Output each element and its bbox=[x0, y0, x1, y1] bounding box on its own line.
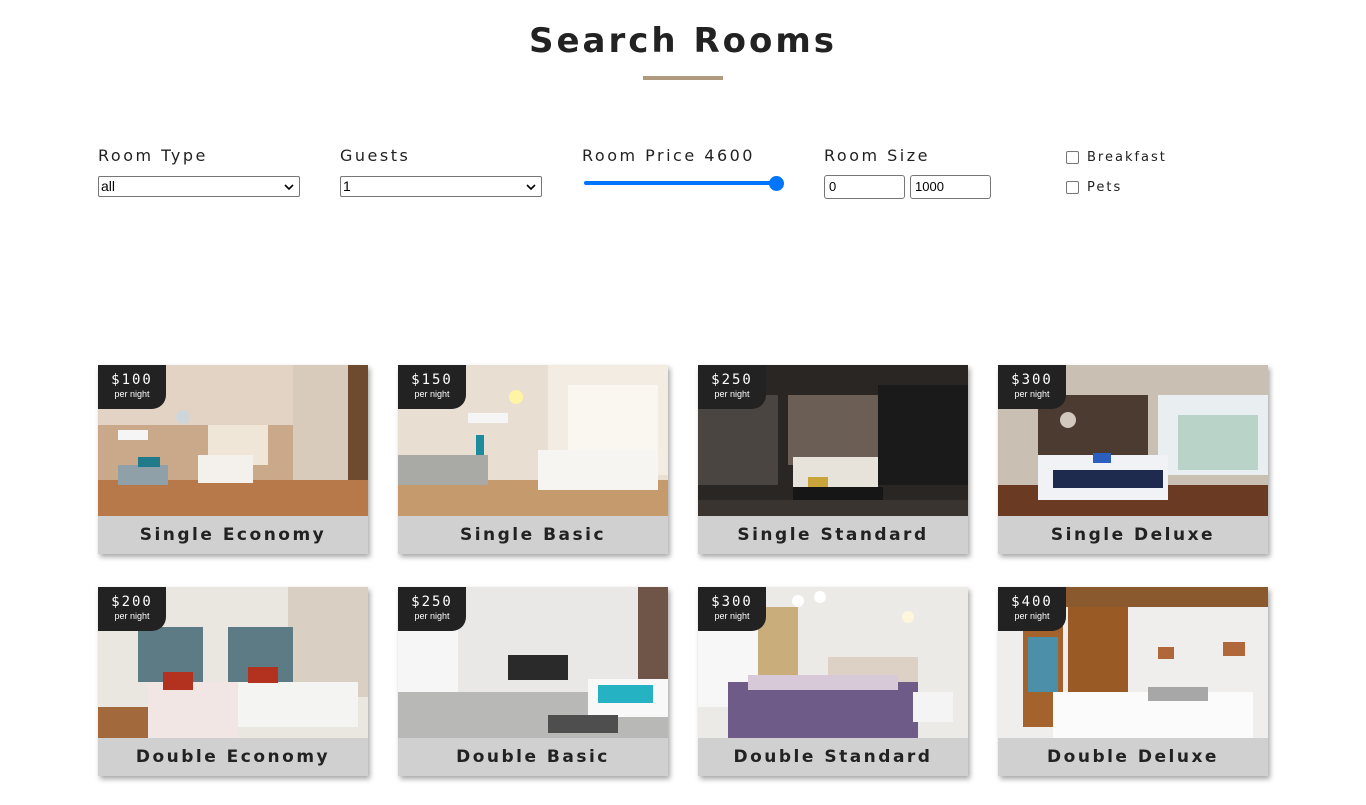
price-value: $300 bbox=[711, 594, 753, 610]
guests-select[interactable]: 1 bbox=[340, 176, 542, 197]
room-card[interactable]: $400 per night Double Deluxe bbox=[998, 587, 1268, 776]
filter-bar: Room Type all Guests 1 Room Price 4600 R… bbox=[98, 146, 1268, 206]
price-badge: $300 per night bbox=[998, 365, 1066, 409]
price-unit: per night bbox=[1014, 611, 1050, 621]
price-badge: $250 per night bbox=[698, 365, 766, 409]
price-value: $150 bbox=[411, 372, 453, 388]
room-name: Double Deluxe bbox=[998, 738, 1268, 776]
size-filter: Room Size 0 1000 bbox=[824, 146, 991, 199]
size-label: Room Size bbox=[824, 146, 930, 165]
min-size-input[interactable]: 0 bbox=[824, 175, 905, 199]
price-slider[interactable] bbox=[582, 175, 784, 191]
page-title: Search Rooms bbox=[528, 21, 838, 61]
price-value: $300 bbox=[1011, 372, 1053, 388]
room-card[interactable]: $250 per night Double Basic bbox=[398, 587, 668, 776]
room-name: Double Basic bbox=[398, 738, 668, 776]
price-badge: $400 per night bbox=[998, 587, 1066, 631]
pets-option[interactable]: Pets bbox=[1066, 179, 1167, 195]
price-slider-track bbox=[584, 181, 776, 185]
chevron-down-icon bbox=[284, 184, 294, 191]
room-type-label: Room Type bbox=[98, 146, 208, 165]
room-name: Double Standard bbox=[698, 738, 968, 776]
price-unit: per night bbox=[714, 389, 750, 399]
extras-filter: Breakfast Pets bbox=[1066, 149, 1167, 209]
price-badge: $200 per night bbox=[98, 587, 166, 631]
breakfast-checkbox[interactable] bbox=[1066, 150, 1079, 164]
price-slider-thumb[interactable] bbox=[769, 176, 784, 191]
room-card[interactable]: $200 per night Double Economy bbox=[98, 587, 368, 776]
guests-label: Guests bbox=[340, 146, 411, 165]
breakfast-option[interactable]: Breakfast bbox=[1066, 149, 1167, 165]
page-header: Search Rooms bbox=[0, 20, 1366, 80]
price-value: $100 bbox=[111, 372, 153, 388]
pets-checkbox[interactable] bbox=[1066, 180, 1079, 194]
price-value: $400 bbox=[1011, 594, 1053, 610]
room-card[interactable]: $150 per night Single Basic bbox=[398, 365, 668, 554]
breakfast-label: Breakfast bbox=[1087, 149, 1167, 165]
room-card[interactable]: $250 per night Single Standard bbox=[698, 365, 968, 554]
price-badge: $150 per night bbox=[398, 365, 466, 409]
price-value: $200 bbox=[111, 594, 153, 610]
price-badge: $250 per night bbox=[398, 587, 466, 631]
pets-label: Pets bbox=[1087, 179, 1123, 195]
price-value: $250 bbox=[411, 594, 453, 610]
price-value: $250 bbox=[711, 372, 753, 388]
room-type-value: all bbox=[101, 178, 116, 194]
max-size-input[interactable]: 1000 bbox=[910, 175, 991, 199]
price-unit: per night bbox=[414, 611, 450, 621]
room-name: Double Economy bbox=[98, 738, 368, 776]
room-card[interactable]: $300 per night Double Standard bbox=[698, 587, 968, 776]
price-badge: $300 per night bbox=[698, 587, 766, 631]
room-card[interactable]: $300 per night Single Deluxe bbox=[998, 365, 1268, 554]
room-name: Single Standard bbox=[698, 516, 968, 554]
price-unit: per night bbox=[114, 389, 150, 399]
price-unit: per night bbox=[114, 611, 150, 621]
chevron-down-icon bbox=[526, 184, 536, 191]
price-unit: per night bbox=[1014, 389, 1050, 399]
room-name: Single Economy bbox=[98, 516, 368, 554]
room-name: Single Basic bbox=[398, 516, 668, 554]
room-name: Single Deluxe bbox=[998, 516, 1268, 554]
price-filter: Room Price 4600 bbox=[582, 146, 784, 191]
guests-value: 1 bbox=[343, 178, 351, 194]
title-underline bbox=[643, 76, 723, 80]
room-type-filter: Room Type all bbox=[98, 146, 300, 197]
room-card[interactable]: $100 per night Single Economy bbox=[98, 365, 368, 554]
price-unit: per night bbox=[714, 611, 750, 621]
guests-filter: Guests 1 bbox=[340, 146, 542, 197]
room-type-select[interactable]: all bbox=[98, 176, 300, 197]
price-label: Room Price 4600 bbox=[582, 146, 755, 165]
price-unit: per night bbox=[414, 389, 450, 399]
price-badge: $100 per night bbox=[98, 365, 166, 409]
